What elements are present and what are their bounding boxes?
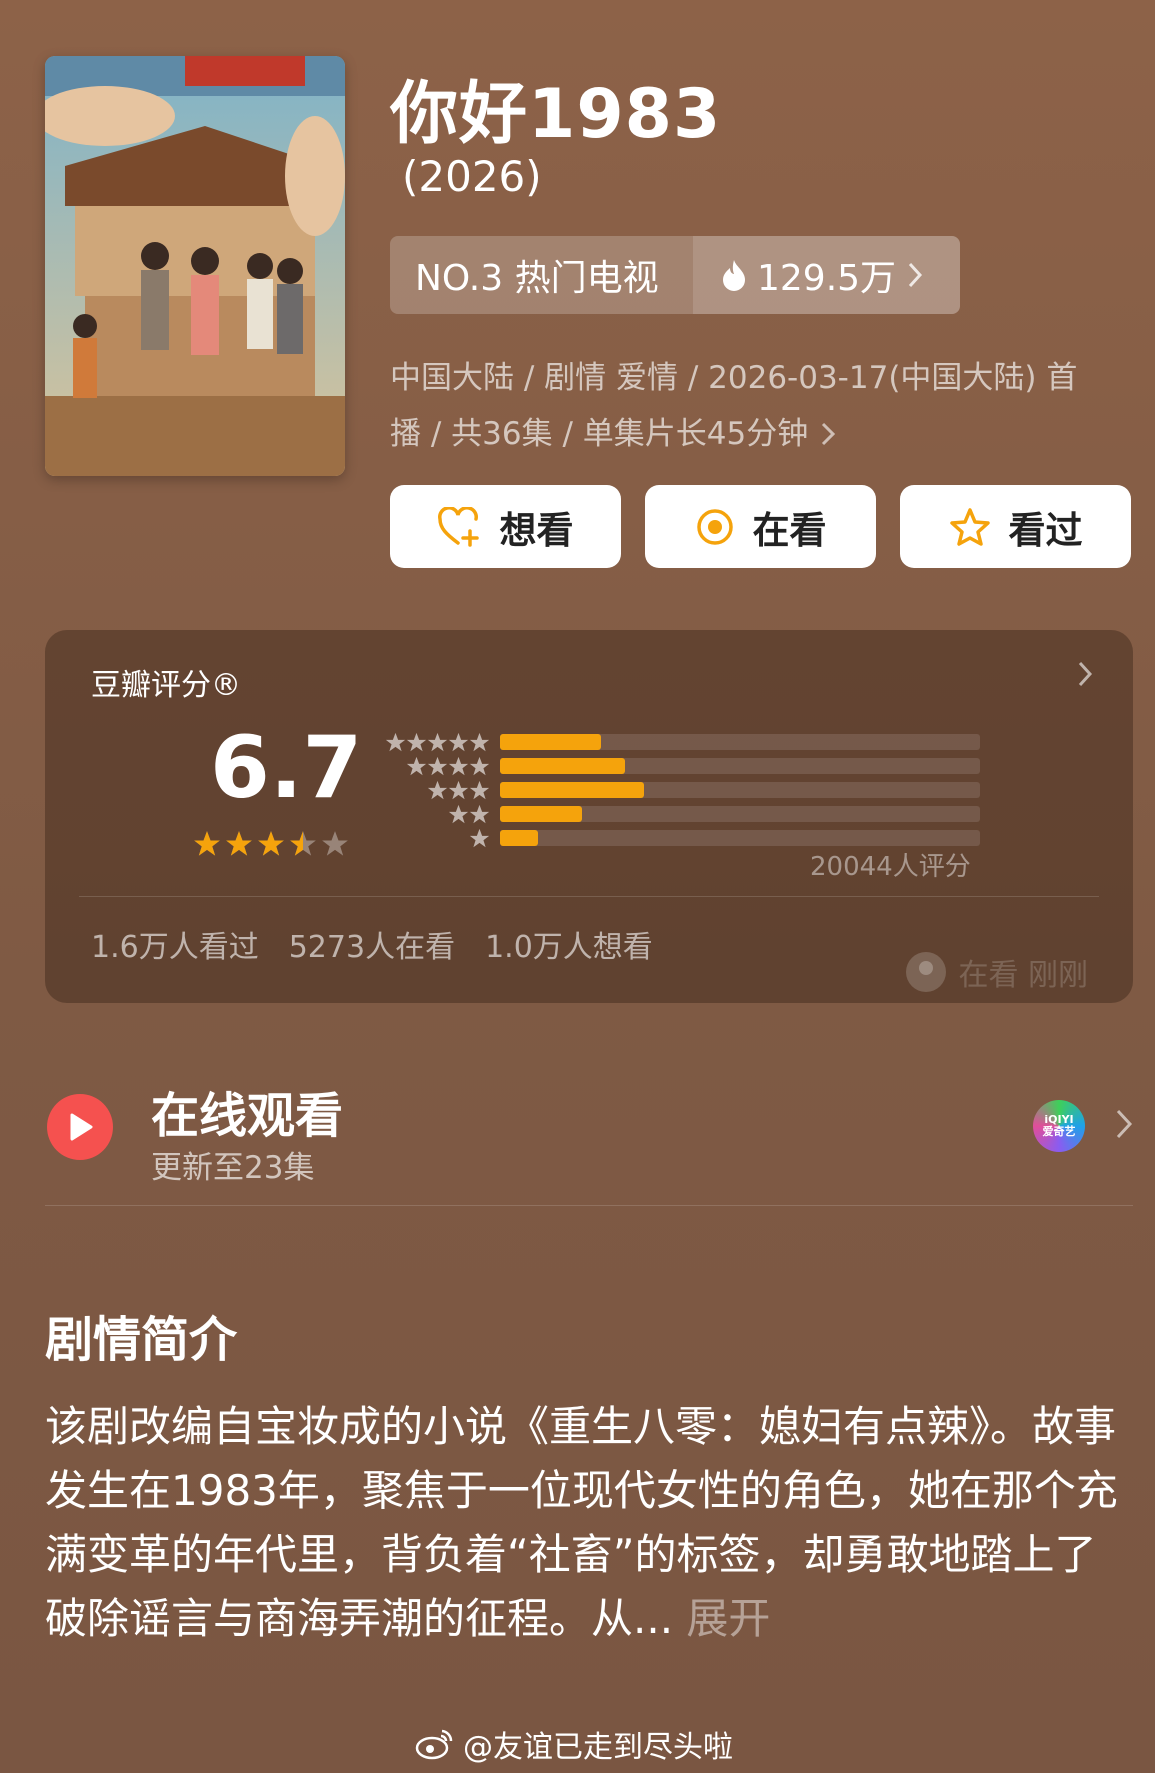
chevron-right-icon [1116, 1109, 1133, 1139]
chevron-right-icon [822, 422, 836, 446]
audience-stats: 1.6万人看过 5273人在看 1.0万人想看 [91, 922, 653, 966]
star-icon [469, 828, 490, 847]
star-icon [448, 732, 469, 751]
watching-count: 5273人在看 [288, 930, 456, 965]
rating-card[interactable]: 豆瓣评分® 6.7 20044人评分 1.6万人看过 5273人在看 1.0万人… [45, 630, 1133, 1003]
iqiyi-logo-icon[interactable]: iQIYI 爱奇艺 [1033, 1100, 1085, 1152]
action-buttons: 想看 在看 看过 [390, 485, 1131, 568]
rating-count: 20044人评分 [810, 852, 971, 882]
star-icon [469, 732, 490, 751]
rank-label: NO.3 热门电视 [390, 236, 693, 314]
bar-fill [500, 830, 539, 846]
show-metadata[interactable]: 中国大陆 / 剧情 爱情 / 2026-03-17(中国大陆) 首 播 / 共3… [390, 350, 1120, 462]
want-to-watch-label: 想看 [499, 508, 574, 552]
flame-icon [723, 260, 745, 291]
page-title: 你好1983 [390, 75, 722, 154]
meta-line: 播 / 共36集 / 单集片长45分钟 [390, 416, 809, 452]
target-icon [696, 508, 733, 545]
bar-fill [500, 782, 644, 798]
heart-plus-icon [437, 506, 479, 547]
star-icon [448, 804, 469, 823]
watching-label: 在看 [752, 508, 827, 552]
ranking-badge[interactable]: NO.3 热门电视 129.5万 [390, 236, 960, 314]
play-icon[interactable] [47, 1094, 113, 1160]
platform-name-cn: 爱奇艺 [1042, 1125, 1076, 1138]
star-icon [469, 780, 490, 799]
star-icon [427, 732, 448, 751]
weibo-icon [415, 1729, 453, 1760]
rating-score: 6.7 [210, 718, 363, 818]
rating-title: 豆瓣评分® [91, 668, 241, 703]
star-icon [427, 780, 448, 799]
bar-stars [385, 756, 490, 777]
rating-bar-row [385, 730, 980, 754]
bar-fill [500, 806, 582, 822]
avatar-icon [906, 952, 947, 992]
meta-line: 中国大陆 / 剧情 爱情 / 2026-03-17(中国大陆) 首 [390, 360, 1078, 396]
chevron-right-icon [1078, 661, 1093, 687]
watched-label: 看过 [1008, 508, 1083, 552]
want-to-watch-button[interactable]: 想看 [390, 485, 621, 568]
star-empty-icon [322, 831, 348, 856]
release-year: (2026) [402, 152, 542, 201]
watched-count: 1.6万人看过 [91, 930, 259, 965]
synopsis-title: 剧情简介 [45, 1312, 238, 1368]
online-watch-title: 在线观看 [151, 1088, 344, 1144]
chevron-right-icon [908, 262, 923, 288]
bar-stars [385, 828, 490, 849]
star-icon [406, 756, 427, 775]
bar-track [500, 734, 980, 750]
star-icon [385, 732, 406, 751]
bar-track [500, 806, 980, 822]
watching-button[interactable]: 在看 [645, 485, 876, 568]
bar-stars [385, 804, 490, 825]
star-icon [448, 780, 469, 799]
bar-track [500, 782, 980, 798]
heat-indicator[interactable]: 129.5万 [693, 236, 960, 314]
recent-activity-text: 在看 刚刚 [958, 958, 1088, 993]
synopsis-body: 该剧改编自宝妆成的小说《重生八零：媳妇有点辣》。故事发生在1983年，聚焦于一位… [45, 1402, 1118, 1643]
star-icon [469, 804, 490, 823]
star-icon [448, 756, 469, 775]
rating-stars [193, 830, 349, 858]
heat-value: 129.5万 [757, 258, 897, 299]
online-watch-row[interactable]: 在线观看 更新至23集 iQIYI 爱奇艺 [45, 1070, 1133, 1206]
poster-image[interactable] [45, 56, 345, 476]
rating-bar-row [385, 754, 980, 778]
recent-activity: 在看 刚刚 [906, 950, 1088, 994]
star-outline-icon [949, 507, 990, 546]
watermark: @友谊已走到尽头啦 [415, 1722, 733, 1766]
rating-distribution [385, 730, 980, 850]
want-count: 1.0万人想看 [485, 930, 653, 965]
episode-update: 更新至23集 [151, 1150, 315, 1186]
bar-stars [385, 780, 490, 801]
watermark-text: @友谊已走到尽头啦 [463, 1730, 733, 1765]
bar-stars [385, 732, 490, 753]
bar-track [500, 830, 980, 846]
bar-track [500, 758, 980, 774]
star-filled-icon [258, 831, 284, 856]
rating-bar-row [385, 778, 980, 802]
star-filled-icon [194, 831, 220, 856]
star-icon [427, 756, 448, 775]
expand-link[interactable]: 展开 [686, 1594, 770, 1643]
watched-button[interactable]: 看过 [900, 485, 1131, 568]
star-filled-icon [226, 831, 252, 856]
bar-fill [500, 734, 601, 750]
bar-fill [500, 758, 625, 774]
rating-bar-row [385, 802, 980, 826]
star-half-icon [290, 831, 316, 856]
star-icon [406, 732, 427, 751]
divider [79, 896, 1099, 897]
star-icon [469, 756, 490, 775]
synopsis-text: 该剧改编自宝妆成的小说《重生八零：媳妇有点辣》。故事发生在1983年，聚焦于一位… [45, 1395, 1125, 1651]
